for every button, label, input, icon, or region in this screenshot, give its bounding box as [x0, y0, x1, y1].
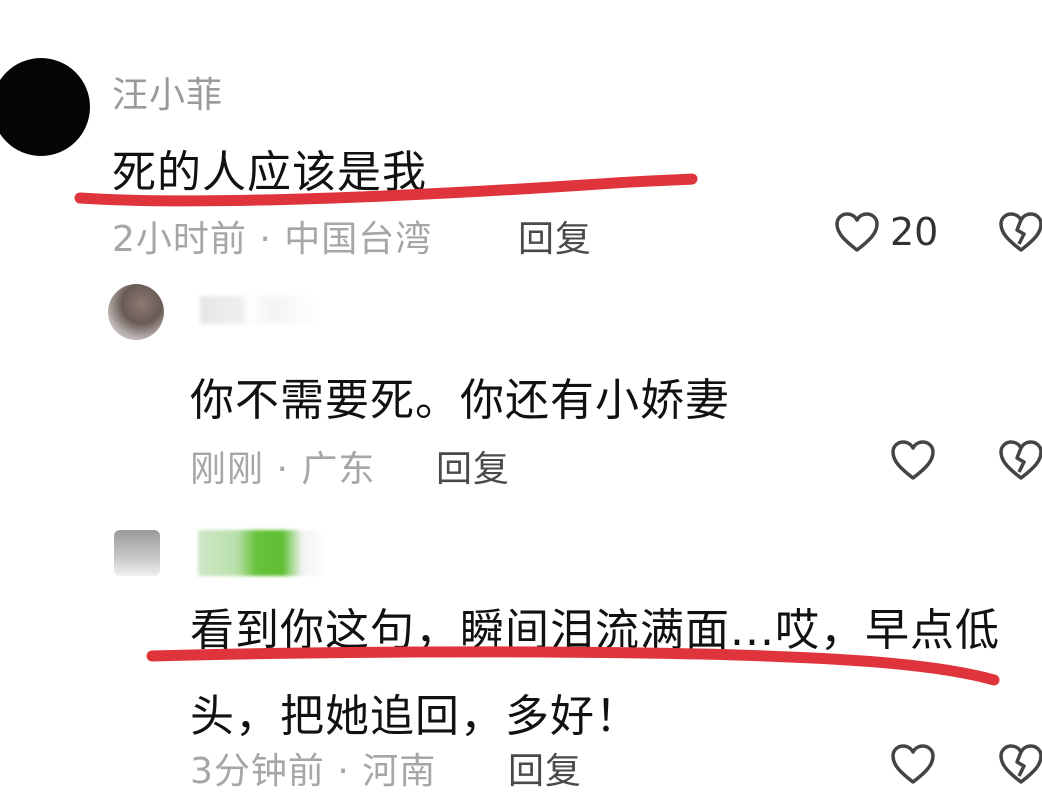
reply-text: 你不需要死。你还有小娇妻 — [190, 375, 730, 426]
heart-icon[interactable] — [890, 440, 936, 482]
broken-heart-icon[interactable] — [998, 744, 1042, 786]
reply-button[interactable]: 回复 — [518, 210, 592, 262]
comment-text: 死的人应该是我 — [112, 147, 427, 198]
reply-button[interactable]: 回复 — [508, 742, 582, 794]
reply-meta: 刚刚 · 广东 — [190, 449, 376, 490]
reply-text-line2: 头，把她追回，多好！ — [190, 691, 640, 742]
heart-icon[interactable] — [834, 212, 880, 254]
comment-meta: 2小时前 · 中国台湾 — [112, 219, 433, 260]
reply-avatar[interactable] — [108, 284, 164, 340]
like-count: 20 — [890, 210, 939, 254]
blurred-username — [200, 296, 320, 324]
blurred-username — [198, 530, 328, 576]
reply-avatar[interactable] — [114, 530, 160, 576]
comment-username[interactable]: 汪小菲 — [112, 66, 223, 118]
broken-heart-icon[interactable] — [998, 440, 1042, 482]
reply-text-line1: 看到你这句，瞬间泪流满面...哎，早点低 — [190, 605, 1000, 656]
avatar[interactable] — [0, 58, 90, 156]
heart-icon[interactable] — [890, 744, 936, 786]
reply-meta: 3分钟前 · 河南 — [190, 751, 437, 792]
broken-heart-icon[interactable] — [998, 212, 1042, 254]
reply-button[interactable]: 回复 — [436, 440, 510, 492]
